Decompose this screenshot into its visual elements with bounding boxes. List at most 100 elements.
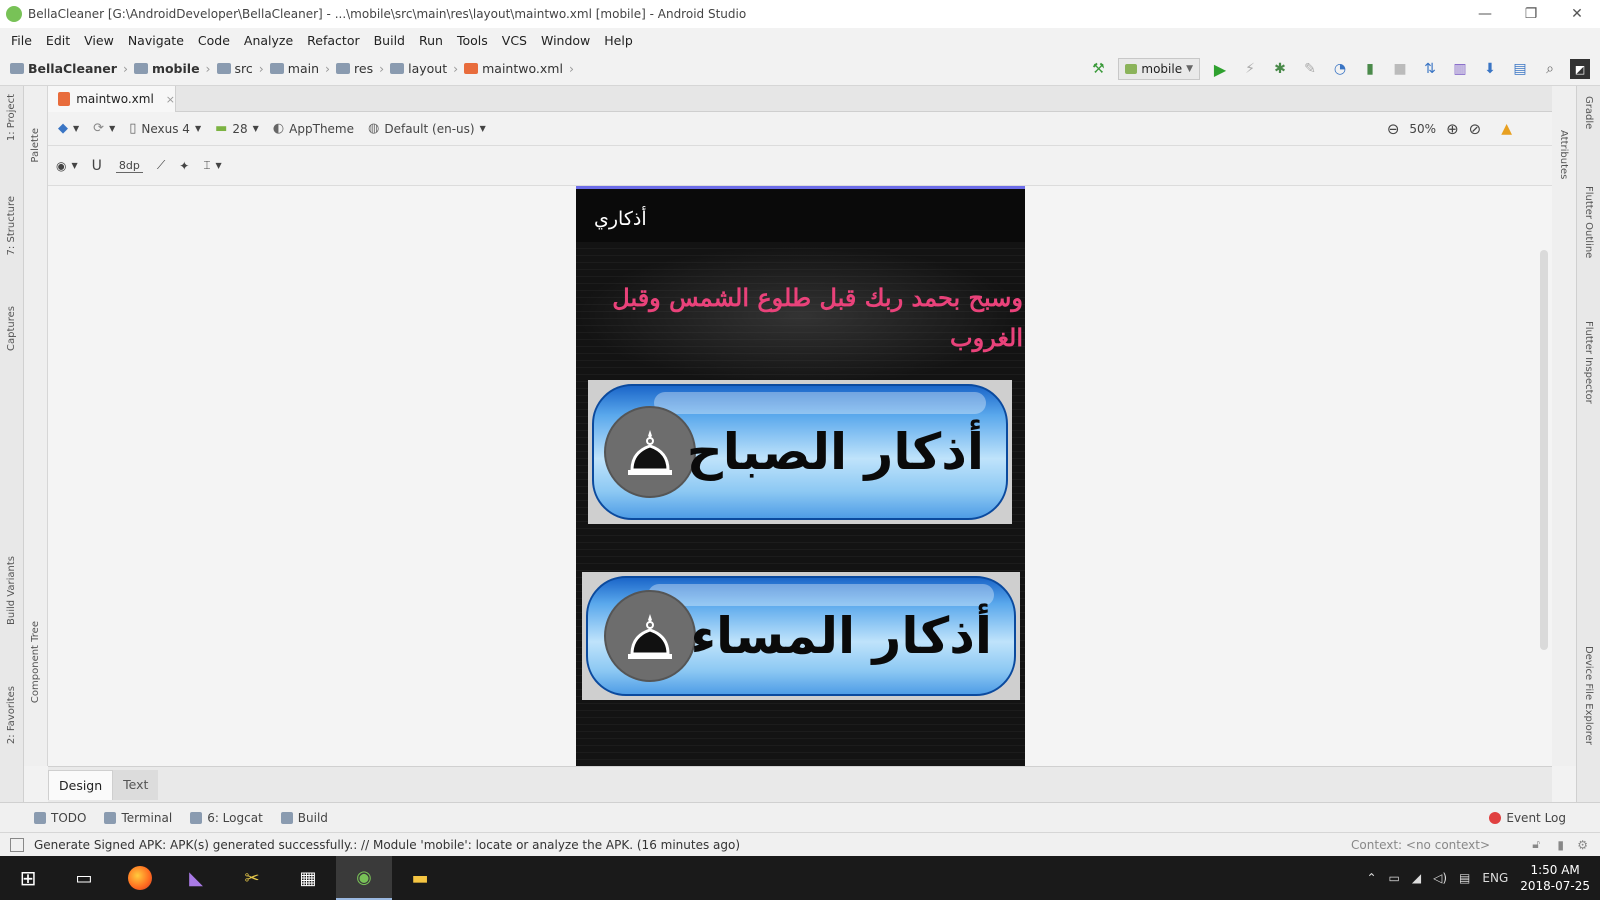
canvas-scrollbar[interactable] — [1540, 250, 1548, 650]
file-explorer-icon[interactable]: ▬ — [392, 856, 448, 900]
avd-manager-icon[interactable]: ▥ — [1450, 59, 1470, 79]
settings-icon[interactable]: ⚙ — [1577, 838, 1588, 852]
language-indicator[interactable]: ENG — [1482, 871, 1508, 885]
tab-text[interactable]: Text — [113, 769, 159, 800]
view-options-select[interactable]: ◉ ▼ — [56, 159, 78, 173]
close-tab-icon[interactable]: × — [166, 93, 175, 106]
warning-icon[interactable]: ▲ — [1501, 121, 1512, 137]
evening-azkar-button[interactable]: أذكار المساء — [582, 572, 1020, 700]
menu-window[interactable]: Window — [534, 33, 597, 48]
zoom-out-icon[interactable]: ⊖ — [1387, 120, 1400, 138]
api-select[interactable]: ▬ 28 ▼ — [215, 121, 259, 136]
project-structure-icon[interactable]: ▤ — [1510, 59, 1530, 79]
sync-gradle-icon[interactable]: ⇅ — [1420, 59, 1440, 79]
menu-run[interactable]: Run — [412, 33, 450, 48]
morning-azkar-button[interactable]: أذكار الصباح — [588, 380, 1012, 524]
menu-help[interactable]: Help — [597, 33, 640, 48]
panel-favorites[interactable]: 2: Favorites — [6, 686, 17, 744]
task-view-icon[interactable]: ▭ — [56, 856, 112, 900]
panel-component-tree[interactable]: Component Tree — [30, 621, 41, 703]
panel-project[interactable]: 1: Project — [6, 94, 17, 141]
zoom-fit-icon[interactable]: ⊘ — [1469, 120, 1482, 138]
infer-constraints-icon[interactable]: ✦ — [179, 159, 189, 173]
magnet-icon[interactable]: U — [92, 158, 102, 174]
breadcrumb-module[interactable]: mobile — [152, 61, 200, 76]
maximize-button[interactable]: ❐ — [1508, 0, 1554, 28]
panel-palette[interactable]: Palette — [30, 128, 41, 163]
breadcrumb-src[interactable]: src — [235, 61, 253, 76]
minimize-button[interactable]: — — [1462, 0, 1508, 28]
zoom-in-icon[interactable]: ⊕ — [1446, 120, 1459, 138]
panel-build-variants[interactable]: Build Variants — [6, 556, 17, 625]
menu-edit[interactable]: Edit — [39, 33, 77, 48]
notifications-icon[interactable]: ▤ — [1459, 871, 1470, 885]
locale-select[interactable]: ◍ Default (en-us) ▼ — [368, 121, 486, 136]
menu-build[interactable]: Build — [367, 33, 412, 48]
theme-select[interactable]: ◐ AppTheme — [273, 121, 354, 136]
close-button[interactable]: ✕ — [1554, 0, 1600, 28]
visual-studio-icon[interactable]: ◣ — [168, 856, 224, 900]
run-config-select[interactable]: mobile ▼ — [1118, 58, 1200, 80]
menu-view[interactable]: View — [77, 33, 121, 48]
lock-icon[interactable]: 🔓︎ — [1532, 837, 1540, 852]
stop-icon[interactable]: ■ — [1390, 59, 1410, 79]
panel-flutter-inspector[interactable]: Flutter Inspector — [1583, 321, 1594, 404]
menu-file[interactable]: File — [4, 33, 39, 48]
designer-right-strip: Attributes — [1552, 86, 1576, 766]
build-button[interactable]: Build — [280, 811, 328, 825]
breadcrumb-main[interactable]: main — [288, 61, 319, 76]
make-project-icon[interactable]: ⚒ — [1088, 59, 1108, 79]
tab-design[interactable]: Design — [48, 769, 114, 800]
breadcrumb-layout[interactable]: layout — [408, 61, 447, 76]
terminal-button[interactable]: Terminal — [104, 811, 172, 825]
memory-icon[interactable]: ▮ — [1557, 838, 1564, 852]
clear-constraints-icon[interactable]: ⟋ — [157, 158, 165, 173]
event-log-button[interactable]: Event Log — [1489, 811, 1566, 825]
tools-app-icon[interactable]: ✂ — [224, 856, 280, 900]
default-margins-icon[interactable]: 8dp — [115, 159, 143, 173]
wifi-icon[interactable]: ◢ — [1412, 871, 1421, 885]
menu-navigate[interactable]: Navigate — [121, 33, 191, 48]
status-message[interactable]: Generate Signed APK: APK(s) generated su… — [34, 838, 740, 852]
attach-debugger-icon[interactable]: ✎ — [1300, 59, 1320, 79]
start-windows-icon[interactable]: ⊞ — [0, 856, 56, 900]
debug-icon[interactable]: ✱ — [1270, 59, 1290, 79]
search-icon[interactable]: ⌕ — [1540, 59, 1560, 79]
network-icon[interactable]: ▭ — [1389, 871, 1400, 885]
menu-tools[interactable]: Tools — [450, 33, 495, 48]
menu-refactor[interactable]: Refactor — [300, 33, 366, 48]
sdk-manager-icon[interactable]: ⬇ — [1480, 59, 1500, 79]
logcat-button[interactable]: 6: Logcat — [190, 811, 263, 825]
calculator-icon[interactable]: ▦ — [280, 856, 336, 900]
guidelines-select[interactable]: ⌶ ▼ — [203, 158, 221, 173]
panel-structure[interactable]: 7: Structure — [6, 196, 17, 255]
status-toggle-icon[interactable] — [10, 837, 24, 852]
clock[interactable]: 1:50 AM 2018-07-25 — [1520, 862, 1590, 894]
todo-button[interactable]: TODO — [34, 811, 86, 825]
volume-icon[interactable]: ◁) — [1433, 871, 1447, 885]
breadcrumb-res[interactable]: res — [354, 61, 373, 76]
tab-maintwo-xml[interactable]: maintwo.xml × — [48, 86, 176, 112]
design-surface-select[interactable]: ◆ ▼ — [58, 121, 79, 136]
firefox-icon[interactable] — [112, 856, 168, 900]
menu-code[interactable]: Code — [191, 33, 237, 48]
panel-attributes[interactable]: Attributes — [1558, 130, 1569, 179]
chevron-right-icon: › — [122, 61, 128, 76]
user-avatar-icon[interactable]: ◩ — [1570, 59, 1590, 79]
run-icon[interactable]: ▶ — [1210, 59, 1230, 79]
panel-device-file-explorer[interactable]: Device File Explorer — [1583, 646, 1594, 745]
breadcrumb-file[interactable]: maintwo.xml — [482, 61, 563, 76]
orientation-select[interactable]: ⟳ ▼ — [93, 121, 115, 136]
apply-changes-icon[interactable]: ⚡ — [1240, 59, 1260, 79]
profile-icon[interactable]: ◔ — [1330, 59, 1350, 79]
tray-expand-icon[interactable]: ⌃ — [1366, 871, 1376, 885]
menu-analyze[interactable]: Analyze — [237, 33, 300, 48]
breadcrumb-project[interactable]: BellaCleaner — [28, 61, 117, 76]
attach-process-icon[interactable]: ▮ — [1360, 59, 1380, 79]
panel-captures[interactable]: Captures — [6, 306, 17, 351]
menu-vcs[interactable]: VCS — [495, 33, 534, 48]
panel-gradle[interactable]: Gradle — [1583, 96, 1594, 129]
device-select[interactable]: ▯ Nexus 4 ▼ — [129, 121, 201, 136]
android-studio-task-icon[interactable]: ◉ — [336, 856, 392, 900]
panel-flutter-outline[interactable]: Flutter Outline — [1583, 186, 1594, 258]
